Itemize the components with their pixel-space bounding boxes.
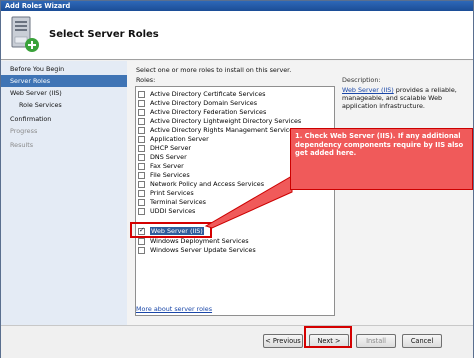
wizard-steps-sidebar: Before You Begin Server Roles Web Server… bbox=[1, 61, 127, 325]
title-bar: Add Roles Wizard bbox=[1, 1, 473, 11]
role-item[interactable]: Active Directory Certificate Services bbox=[138, 90, 328, 98]
role-checkbox[interactable] bbox=[138, 136, 145, 143]
sidebar-item-web-server-iis[interactable]: Web Server (IIS) bbox=[1, 87, 127, 99]
role-checkbox[interactable] bbox=[138, 145, 145, 152]
next-button-highlight-box bbox=[304, 326, 352, 348]
description-label: Description: bbox=[342, 76, 381, 84]
role-item[interactable]: UDDI Services bbox=[138, 207, 328, 215]
roles-list: Active Directory Certificate Services Ac… bbox=[135, 86, 335, 316]
role-checkbox[interactable] bbox=[138, 247, 145, 254]
main-content: Select one or more roles to install on t… bbox=[127, 61, 473, 325]
role-checkbox[interactable] bbox=[138, 190, 145, 197]
previous-button[interactable]: < Previous bbox=[263, 334, 303, 348]
role-item[interactable]: Active Directory Federation Services bbox=[138, 108, 328, 116]
sidebar-item-progress: Progress bbox=[10, 127, 38, 135]
web-server-highlight-box bbox=[130, 222, 212, 238]
role-checkbox[interactable] bbox=[138, 109, 145, 116]
server-roles-icon bbox=[11, 16, 39, 52]
role-checkbox[interactable] bbox=[138, 127, 145, 134]
role-item[interactable]: Print Services bbox=[138, 189, 328, 197]
install-button: Install bbox=[356, 334, 396, 348]
role-checkbox[interactable] bbox=[138, 163, 145, 170]
description-text: Web Server (IIS) provides a reliable, ma… bbox=[342, 86, 467, 110]
more-about-server-roles-link[interactable]: More about server roles bbox=[136, 305, 212, 313]
role-checkbox[interactable] bbox=[138, 208, 145, 215]
sidebar-item-confirmation[interactable]: Confirmation bbox=[1, 113, 127, 125]
role-item[interactable]: Active Directory Domain Services bbox=[138, 99, 328, 107]
role-checkbox[interactable] bbox=[138, 91, 145, 98]
role-item[interactable]: Windows Server Update Services bbox=[138, 246, 328, 254]
sidebar-item-before-you-begin[interactable]: Before You Begin bbox=[1, 63, 127, 75]
role-checkbox[interactable] bbox=[138, 118, 145, 125]
page-title: Select Server Roles bbox=[49, 29, 159, 40]
annotation-text: 1. Check Web Server (IIS). If any additi… bbox=[295, 132, 464, 157]
annotation-callout: 1. Check Web Server (IIS). If any additi… bbox=[290, 128, 473, 190]
role-checkbox[interactable] bbox=[138, 100, 145, 107]
role-checkbox[interactable] bbox=[138, 172, 145, 179]
sidebar-item-role-services[interactable]: Role Services bbox=[1, 99, 127, 111]
role-item[interactable]: Active Directory Lightweight Directory S… bbox=[138, 117, 328, 125]
role-item[interactable]: Terminal Services bbox=[138, 198, 328, 206]
role-checkbox[interactable] bbox=[138, 154, 145, 161]
sidebar-item-server-roles[interactable]: Server Roles bbox=[1, 75, 127, 87]
cancel-button[interactable]: Cancel bbox=[402, 334, 442, 348]
role-item[interactable]: Windows Deployment Services bbox=[138, 237, 328, 245]
sidebar-item-results: Results bbox=[10, 141, 34, 149]
wizard-footer: < Previous Next > Install Cancel bbox=[1, 325, 473, 358]
wizard-header: Select Server Roles bbox=[1, 11, 473, 60]
description-link[interactable]: Web Server (IIS) bbox=[342, 86, 394, 94]
window-title: Add Roles Wizard bbox=[5, 2, 71, 10]
roles-label: Roles: bbox=[136, 76, 156, 84]
role-checkbox[interactable] bbox=[138, 199, 145, 206]
instructions-text: Select one or more roles to install on t… bbox=[136, 66, 292, 74]
role-checkbox[interactable] bbox=[138, 238, 145, 245]
role-checkbox[interactable] bbox=[138, 181, 145, 188]
